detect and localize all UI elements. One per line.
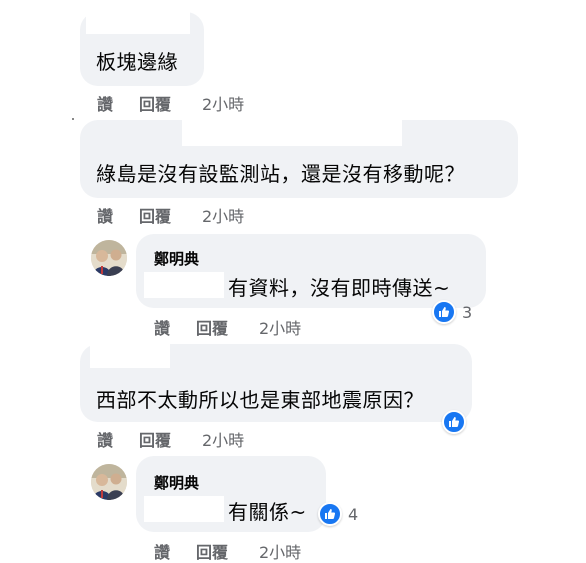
reply-button[interactable]: 回覆 — [196, 315, 228, 339]
like-button[interactable]: 讚 — [154, 539, 170, 563]
like-icon — [432, 300, 456, 324]
reaction-summary[interactable]: 3 — [432, 300, 472, 324]
reply-button[interactable]: 回覆 — [139, 203, 171, 227]
reaction-count: 4 — [348, 504, 359, 524]
comment-author[interactable]: 鄭明典 — [154, 472, 199, 493]
divider-dot — [72, 118, 74, 120]
redacted-text — [144, 496, 224, 522]
comment-text: 有資料，沒有即時傳送~ — [228, 276, 451, 300]
comment-timestamp[interactable]: 2小時 — [202, 203, 244, 227]
avatar[interactable] — [91, 464, 127, 500]
like-button[interactable]: 讚 — [97, 91, 113, 115]
comment-bubble: 西部不太動所以也是東部地震原因？ — [80, 344, 472, 422]
comment-timestamp[interactable]: 2小時 — [202, 427, 244, 451]
like-button[interactable]: 讚 — [97, 203, 113, 227]
redacted-name — [90, 344, 170, 368]
comment-bubble: 板塊邊緣 — [80, 10, 204, 86]
comment-text: 板塊邊緣 — [96, 50, 178, 74]
comment-text: 綠島是沒有設監測站，還是沒有移動呢？ — [96, 162, 465, 186]
comment-text: 西部不太動所以也是東部地震原因？ — [96, 388, 424, 412]
comment-author[interactable]: 鄭明典 — [154, 248, 199, 269]
reply-button[interactable]: 回覆 — [196, 539, 228, 563]
comment-bubble: 綠島是沒有設監測站，還是沒有移動呢？ — [80, 118, 518, 198]
reaction-summary[interactable] — [442, 410, 466, 434]
like-button[interactable]: 讚 — [97, 427, 113, 451]
redacted-text — [144, 272, 224, 298]
avatar-photo-icon — [91, 240, 127, 276]
redacted-name — [182, 118, 402, 146]
avatar-photo-icon — [91, 464, 127, 500]
avatar[interactable] — [91, 240, 127, 276]
comment-bubble: 鄭明典 有關係~ — [136, 456, 326, 532]
comment-timestamp[interactable]: 2小時 — [259, 315, 301, 339]
like-icon — [442, 410, 466, 434]
comment-bubble: 鄭明典 有資料，沒有即時傳送~ — [136, 234, 486, 308]
reply-button[interactable]: 回覆 — [139, 427, 171, 451]
redacted-name — [86, 10, 190, 34]
comment-timestamp[interactable]: 2小時 — [259, 539, 301, 563]
reaction-count: 3 — [462, 302, 473, 322]
reaction-summary[interactable]: 4 — [318, 502, 358, 526]
comment-text: 有關係~ — [228, 500, 307, 524]
comment-timestamp[interactable]: 2小時 — [202, 91, 244, 115]
reply-button[interactable]: 回覆 — [139, 91, 171, 115]
like-icon — [318, 502, 342, 526]
like-button[interactable]: 讚 — [154, 315, 170, 339]
